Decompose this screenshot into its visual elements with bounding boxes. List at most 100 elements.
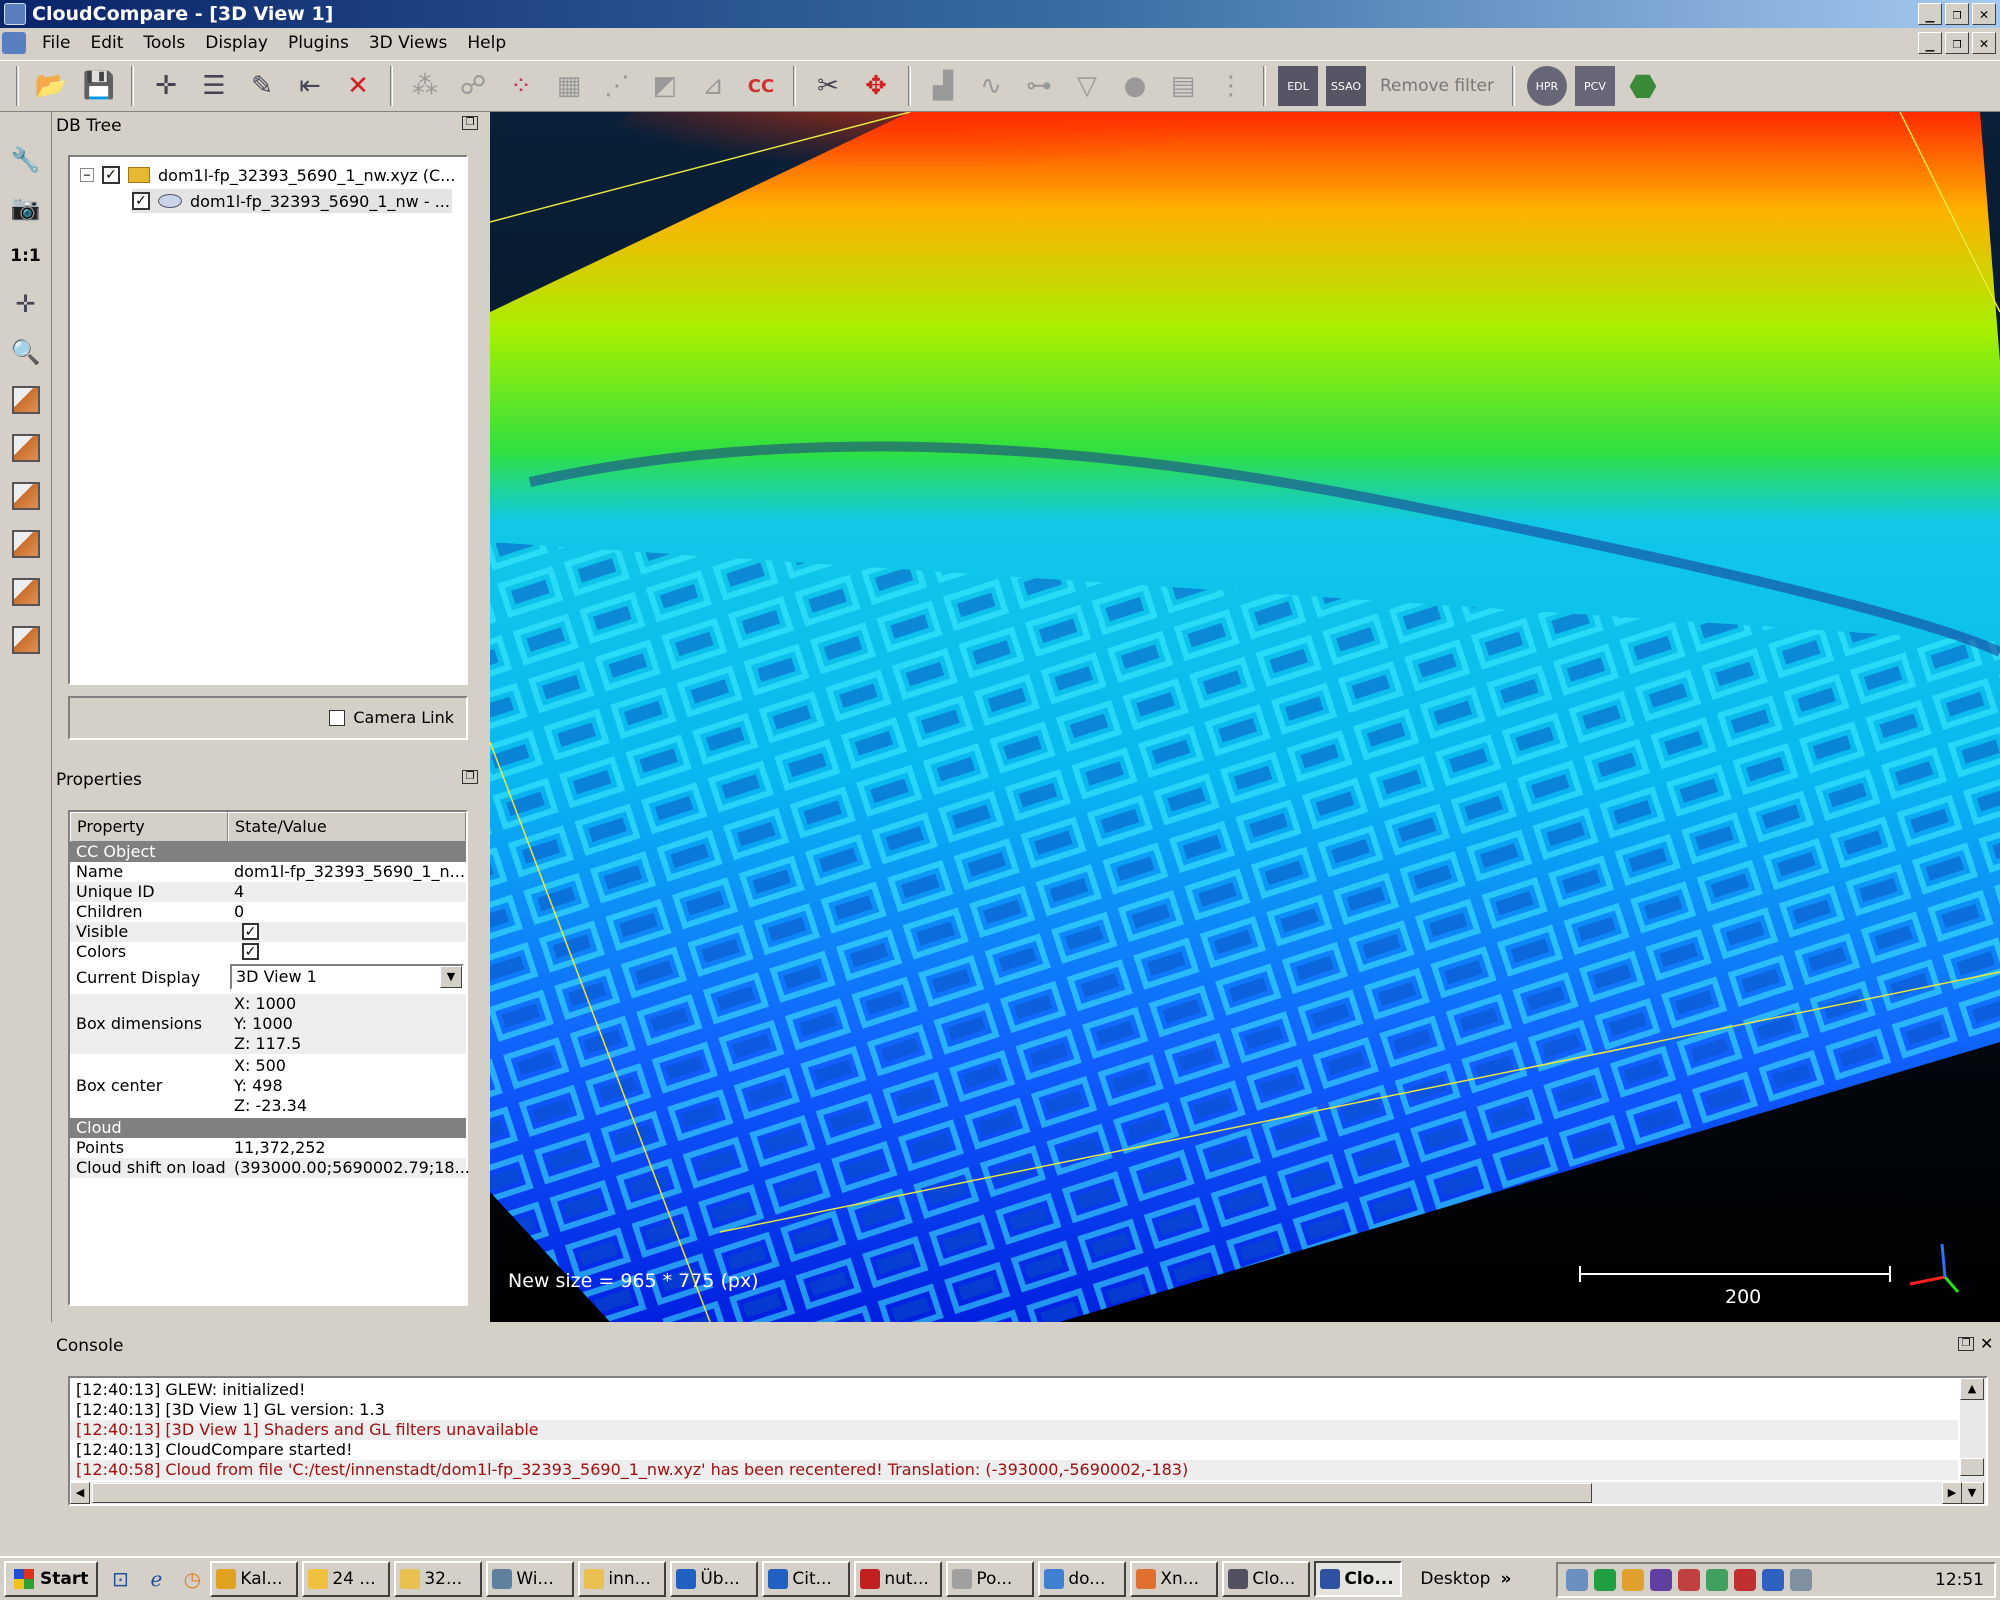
task-kalender[interactable]: Kal... [210, 1561, 299, 1597]
scroll-up-icon[interactable]: ▲ [1960, 1378, 1984, 1400]
current-display-select[interactable]: 3D View 1 ▼ [230, 964, 464, 990]
delete-icon[interactable]: ✕ [338, 66, 378, 106]
view-front-icon[interactable] [6, 428, 46, 468]
tray-monitor-icon[interactable] [1594, 1569, 1616, 1591]
tray-sync-icon[interactable] [1790, 1569, 1812, 1591]
camera-link[interactable]: Camera Link [329, 708, 454, 727]
column-header-value[interactable]: State/Value [228, 812, 466, 842]
quicklaunch-desktop-icon[interactable]: ⊡ [106, 1565, 134, 1593]
histogram-icon[interactable]: ▟ [923, 66, 963, 106]
sphere-icon[interactable]: ● [1115, 66, 1155, 106]
octree-icon[interactable]: ⊿ [693, 66, 733, 106]
tree-item-cloud[interactable]: ✓ dom1l-fp_32393_5690_1_nw - ... [132, 189, 452, 213]
task-po[interactable]: Po... [946, 1561, 1035, 1597]
property-name-value[interactable]: dom1l-fp_32393_5690_1_n... [234, 862, 465, 881]
task-inn[interactable]: inn... [578, 1561, 667, 1597]
segment-icon[interactable]: ✎ [242, 66, 282, 106]
tray-update-icon[interactable] [1706, 1569, 1728, 1591]
toolbar-grip[interactable] [16, 66, 19, 106]
view-left-icon[interactable] [6, 476, 46, 516]
console-horizontal-scrollbar[interactable]: ◀ ▶ [70, 1482, 1962, 1504]
menu-3d-views[interactable]: 3D Views [359, 33, 458, 53]
filter-icon[interactable]: ▽ [1067, 66, 1107, 106]
statistics-icon[interactable]: ∿ [971, 66, 1011, 106]
view-bottom-icon[interactable] [6, 620, 46, 660]
task-wi[interactable]: Wi... [486, 1561, 575, 1597]
task-xn[interactable]: Xn... [1130, 1561, 1219, 1597]
task-nut[interactable]: nut... [854, 1561, 943, 1597]
console-close-icon[interactable]: ✕ [1980, 1334, 1993, 1353]
menu-display[interactable]: Display [195, 33, 278, 53]
hpr-icon[interactable]: HPR [1526, 66, 1567, 106]
poisson-recon-icon[interactable]: ⬣ [1623, 66, 1663, 106]
gradient-icon[interactable]: ▤ [1163, 66, 1203, 106]
remove-filter-button[interactable]: Remove filter [1380, 76, 1494, 96]
point-cloud-render[interactable] [490, 112, 2000, 1322]
cloud-cloud-distance-icon[interactable]: CC [741, 66, 781, 106]
3d-view[interactable] [490, 112, 2000, 1322]
scalar-field-icon[interactable]: ⊶ [1019, 66, 1059, 106]
menu-edit[interactable]: Edit [80, 33, 133, 53]
console-vertical-scrollbar[interactable]: ▲ ▼ [1960, 1378, 1986, 1504]
mdi-window-icon[interactable] [2, 32, 26, 54]
column-header-property[interactable]: Property [70, 812, 228, 842]
view-back-icon[interactable] [6, 524, 46, 564]
task-32[interactable]: 32... [394, 1561, 483, 1597]
tray-connection-icon[interactable] [1762, 1569, 1784, 1591]
edl-filter-icon[interactable]: EDL [1278, 66, 1318, 106]
sf-diff-icon[interactable]: ⋮ [1211, 66, 1251, 106]
tray-volume-icon[interactable] [1678, 1569, 1700, 1591]
subsample-icon[interactable]: ⁂ [405, 66, 445, 106]
collapse-icon[interactable]: − [80, 168, 94, 182]
horizontal-scroll-thumb[interactable] [92, 1483, 1592, 1503]
pick-rotation-center-icon[interactable]: ✛ [146, 66, 186, 106]
camera-link-checkbox[interactable] [329, 709, 346, 726]
desktop-toolbar-label[interactable]: Desktop [1420, 1569, 1490, 1589]
pcv-icon[interactable]: PCV [1574, 66, 1615, 106]
tray-security-icon[interactable] [1734, 1569, 1756, 1591]
sample-points-icon[interactable]: ⁘ [501, 66, 541, 106]
camera-icon[interactable]: 📷 [6, 188, 46, 228]
open-file-icon[interactable]: 📂 [31, 66, 71, 106]
menu-help[interactable]: Help [457, 33, 516, 53]
cloud-visibility-checkbox[interactable]: ✓ [132, 192, 150, 210]
merge-icon[interactable]: ☍ [453, 66, 493, 106]
list-icon[interactable]: ☰ [194, 66, 234, 106]
mdi-close-button[interactable]: ✕ [1972, 32, 1996, 54]
menu-plugins[interactable]: Plugins [278, 33, 359, 53]
clone-icon[interactable]: ⇤ [290, 66, 330, 106]
task-cloudcompare-1[interactable]: Clo... [1222, 1561, 1311, 1597]
task-do[interactable]: do... [1038, 1561, 1127, 1597]
tray-app-icon[interactable] [1650, 1569, 1672, 1591]
task-cit[interactable]: Cit... [762, 1561, 851, 1597]
zoom-icon[interactable]: 🔍 [6, 332, 46, 372]
ssao-filter-icon[interactable]: SSAO [1326, 66, 1366, 106]
menu-file[interactable]: File [32, 33, 80, 53]
scroll-right-icon[interactable]: ▶ [1942, 1482, 1962, 1504]
mesh-icon[interactable]: ▦ [549, 66, 589, 106]
wrench-icon[interactable]: 🔧 [6, 140, 46, 180]
close-button[interactable]: ✕ [1972, 3, 1996, 25]
colors-checkbox[interactable]: ✓ [242, 943, 259, 960]
chevron-right-icon[interactable]: » [1500, 1569, 1511, 1589]
tray-network-icon[interactable] [1566, 1569, 1588, 1591]
save-icon[interactable]: 💾 [79, 66, 119, 106]
task-ub[interactable]: Üb... [670, 1561, 759, 1597]
task-24[interactable]: 24 ... [302, 1561, 391, 1597]
view-top-icon[interactable] [6, 380, 46, 420]
view-right-icon[interactable] [6, 572, 46, 612]
translate-rotate-icon[interactable]: ✥ [856, 66, 896, 106]
restore-button[interactable]: ❐ [1945, 3, 1969, 25]
mdi-restore-button[interactable]: ❐ [1945, 32, 1969, 54]
menu-tools[interactable]: Tools [133, 33, 195, 53]
chevron-down-icon[interactable]: ▼ [440, 966, 462, 988]
scroll-thumb[interactable] [1960, 1458, 1984, 1476]
properties-float-button[interactable]: ❐ [462, 770, 478, 784]
scroll-down-icon[interactable]: ▼ [1960, 1482, 1984, 1504]
quicklaunch-clock-icon[interactable]: ◷ [178, 1565, 206, 1593]
scroll-left-icon[interactable]: ◀ [70, 1482, 90, 1504]
console-float-button[interactable]: ❐ [1958, 1336, 1974, 1351]
mdi-minimize-button[interactable]: _ [1918, 32, 1942, 54]
tree-item-file[interactable]: − ✓ dom1l-fp_32393_5690_1_nw.xyz (C... [80, 163, 455, 187]
crosshair-icon[interactable]: ✛ [6, 284, 46, 324]
